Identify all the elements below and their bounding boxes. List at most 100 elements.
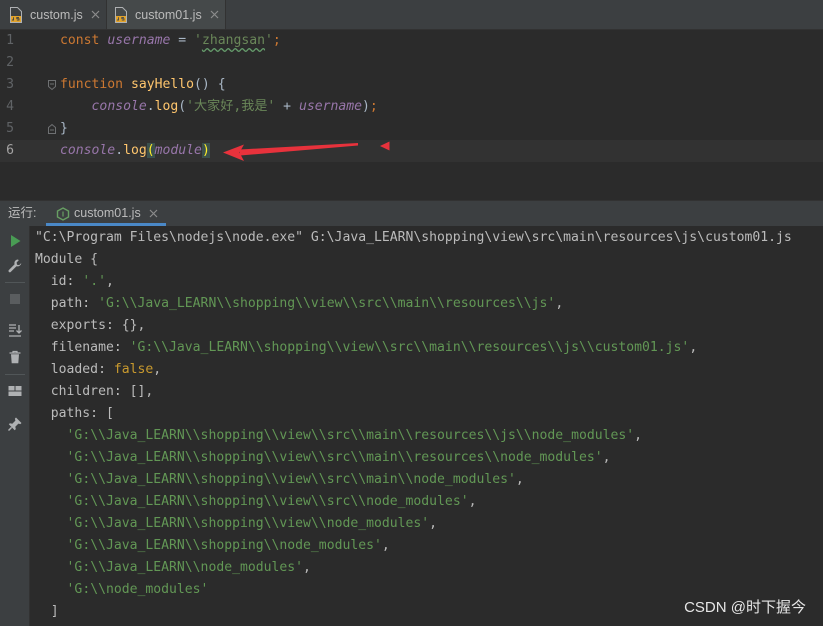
console-line: 'G:\\Java_LEARN\\node_modules', <box>35 557 823 579</box>
close-icon[interactable] <box>149 209 158 218</box>
console-token: , <box>602 450 611 465</box>
code-token: . <box>115 143 124 158</box>
console-token <box>35 516 67 531</box>
console-token: 'G:\\Java_LEARN\\shopping\\view\\node_mo… <box>66 516 430 531</box>
console-token: 'G:\\Java_LEARN\\shopping\\view\\src\\ma… <box>66 472 516 487</box>
console-token: "C:\Program Files\nodejs\node.exe" G:\Ja… <box>35 230 792 245</box>
close-icon[interactable] <box>210 10 219 19</box>
close-icon[interactable] <box>91 10 100 19</box>
code-token: = <box>170 33 195 48</box>
console-token: filename: <box>35 340 130 355</box>
console-token: 'G:\\Java_LEARN\\node_modules' <box>66 560 304 575</box>
console-token: paths: [ <box>35 406 114 421</box>
console-token: 'G:\\Java_LEARN\\shopping\\view\\src\\ma… <box>66 428 635 443</box>
fold-open-icon[interactable] <box>47 79 57 91</box>
console-line: 'G:\\Java_LEARN\\shopping\\node_modules'… <box>35 535 823 557</box>
console-token: , <box>429 516 438 531</box>
code-token: + <box>275 99 299 114</box>
console-line: 'G:\\Java_LEARN\\shopping\\view\\node_mo… <box>35 513 823 535</box>
console-token: path: <box>35 296 99 311</box>
js-file-icon <box>10 6 22 23</box>
console-output[interactable]: "C:\Program Files\nodejs\node.exe" G:\Ja… <box>35 227 823 626</box>
console-token: , <box>555 296 564 311</box>
console-line: path: 'G:\\Java_LEARN\\shopping\\view\\s… <box>35 293 823 315</box>
code-token: ( <box>178 99 187 114</box>
console-token: 'G:\\Java_LEARN\\shopping\\node_modules' <box>66 538 382 553</box>
console-token: , <box>153 362 162 377</box>
console-token <box>35 538 67 553</box>
scroll-to-end-icon[interactable] <box>7 322 23 338</box>
trash-icon[interactable] <box>7 349 23 365</box>
line-number: 5 <box>6 121 14 136</box>
console-token <box>35 472 67 487</box>
code-token: ) <box>201 143 210 158</box>
console-token: false <box>113 362 154 377</box>
code-token: console <box>91 99 147 114</box>
console-token: '.' <box>82 274 106 289</box>
console-token: , <box>468 494 477 509</box>
editor-lines[interactable]: 1 const username = 'zhangsan'; 2 3 function … <box>0 30 823 200</box>
editor-tab-bar: custom.js custom01.js <box>0 0 823 30</box>
console-token: children: [], <box>35 384 154 399</box>
fold-end-icon[interactable] <box>47 123 57 135</box>
console-line: "C:\Program Files\nodejs\node.exe" G:\Ja… <box>35 227 823 249</box>
code-token: () { <box>194 77 226 92</box>
editor-tab-custom01-js[interactable]: custom01.js <box>107 0 226 29</box>
code-line[interactable]: 3 function sayHello() { <box>0 74 823 96</box>
code-text: } <box>60 118 68 140</box>
console-token: ] <box>35 604 59 619</box>
code-token: log <box>154 99 179 114</box>
code-line[interactable]: 6 console.log(module) <box>0 140 823 162</box>
console-token: id: <box>35 274 83 289</box>
line-number: 1 <box>6 33 14 48</box>
code-token: ' <box>194 33 202 48</box>
code-text: function sayHello() { <box>60 74 226 96</box>
code-token: ; <box>369 99 378 114</box>
editor-tab-custom-js[interactable]: custom.js <box>0 0 107 29</box>
console-line: paths: [ <box>35 403 823 425</box>
tab-label: custom01.js <box>135 7 202 22</box>
console-token <box>35 582 67 597</box>
code-text: console.log(module) <box>60 140 210 162</box>
console-line: id: '.', <box>35 271 823 293</box>
code-editor[interactable]: 1 const username = 'zhangsan'; 2 3 function … <box>0 30 823 200</box>
code-text: const username = 'zhangsan'; <box>60 30 281 52</box>
code-token: ; <box>272 33 281 48</box>
line-number: 3 <box>6 77 14 92</box>
js-file-icon <box>115 6 127 23</box>
code-token: . <box>146 99 155 114</box>
console-line: loaded: false, <box>35 359 823 381</box>
console-token: , <box>515 472 524 487</box>
wrench-icon[interactable] <box>7 258 23 274</box>
spelling-warning-token: zhangsan <box>201 33 266 48</box>
rerun-icon[interactable] <box>7 233 23 249</box>
code-line[interactable]: 5} <box>0 118 823 140</box>
code-text: console.log('大家好,我是' + username); <box>60 96 378 118</box>
console-token: 'G:\\Java_LEARN\\shopping\\view\\src\\ma… <box>66 450 603 465</box>
code-line[interactable]: 2 <box>0 52 823 74</box>
console-token: , <box>303 560 311 575</box>
pin-icon[interactable] <box>7 416 23 432</box>
run-tab-custom01-js[interactable]: custom01.js <box>46 201 166 226</box>
console-token: loaded: <box>35 362 114 377</box>
console-token <box>35 560 67 575</box>
console-line: 'G:\\Java_LEARN\\shopping\\view\\src\\ma… <box>35 447 823 469</box>
code-line[interactable]: 1 const username = 'zhangsan'; <box>0 30 823 52</box>
code-line[interactable]: 4 console.log('大家好,我是' + username); <box>0 96 823 118</box>
run-console: "C:\Program Files\nodejs\node.exe" G:\Ja… <box>0 226 823 626</box>
console-token <box>35 450 67 465</box>
console-token: , <box>105 274 114 289</box>
code-token: username <box>298 99 363 114</box>
code-token: ) <box>362 99 370 114</box>
console-token <box>35 494 67 509</box>
run-panel-title: 运行: <box>8 206 37 220</box>
console-token: 'G:\\Java_LEARN\\shopping\\view\\src\\ma… <box>129 340 690 355</box>
code-token: sayHello <box>130 77 195 92</box>
code-token: } <box>60 121 68 136</box>
code-token: function <box>60 77 124 92</box>
console-line: 'G:\\Java_LEARN\\shopping\\view\\src\\ma… <box>35 469 823 491</box>
watermark: CSDN @时下握今 <box>684 599 806 616</box>
stop-icon[interactable] <box>7 291 23 307</box>
layout-icon[interactable] <box>7 383 23 399</box>
